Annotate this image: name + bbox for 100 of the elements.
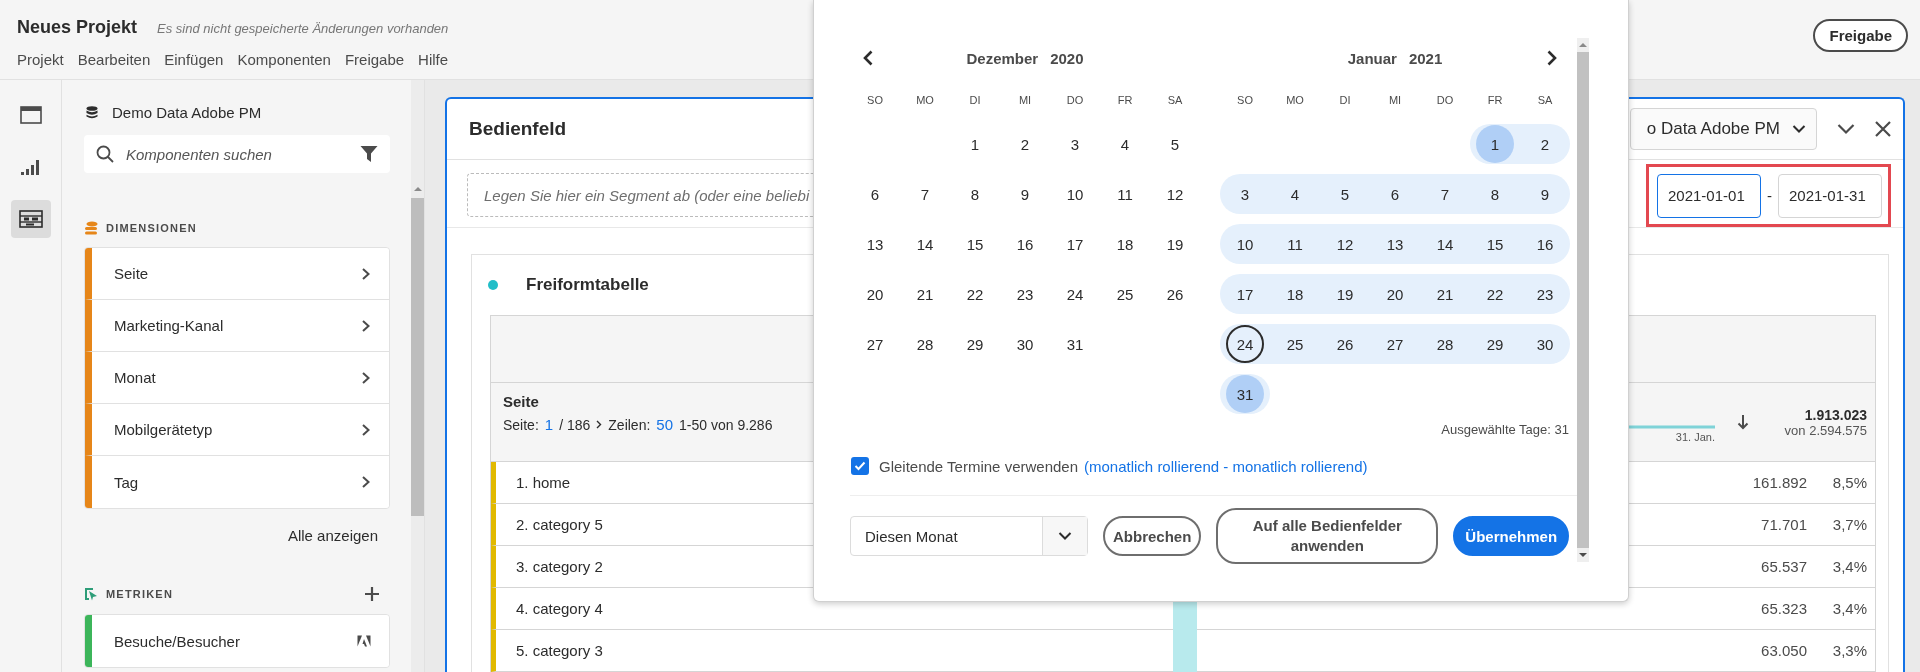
- close-icon[interactable]: [1875, 121, 1891, 138]
- add-icon[interactable]: [364, 586, 380, 602]
- calendar-day[interactable]: 29: [1470, 324, 1520, 364]
- menu-item[interactable]: Bearbeiten: [77, 51, 151, 68]
- row-label[interactable]: 4. category 4: [496, 600, 1175, 617]
- report-suite-dropdown[interactable]: o Data Adobe PM: [1629, 108, 1817, 151]
- calendar-day[interactable]: 9: [1000, 174, 1050, 214]
- share-button[interactable]: Freigabe: [1813, 19, 1908, 52]
- dimension-item[interactable]: Mobilgerätetyp: [85, 404, 389, 456]
- calendar-day[interactable]: 11: [1270, 224, 1320, 264]
- calendar-day[interactable]: 18: [1270, 274, 1320, 314]
- filter-icon[interactable]: [360, 145, 378, 163]
- calendar-day[interactable]: 21: [1420, 274, 1470, 314]
- dimension-item[interactable]: Tag: [85, 456, 389, 508]
- calendar-day[interactable]: 23: [1520, 274, 1570, 314]
- row-label[interactable]: 5. category 3: [496, 642, 1175, 659]
- metric-item[interactable]: Besuche/Besucher: [85, 615, 389, 667]
- calendar-day[interactable]: 3: [1050, 124, 1100, 164]
- calendar-day[interactable]: 10: [1220, 224, 1270, 264]
- calendar-day[interactable]: 19: [1320, 274, 1370, 314]
- calendar-day[interactable]: 22: [950, 274, 1000, 314]
- next-month-icon[interactable]: [1546, 50, 1558, 66]
- calendar-day[interactable]: 1: [1470, 124, 1520, 164]
- calendar-day[interactable]: 28: [1420, 324, 1470, 364]
- calendar-day[interactable]: 6: [1370, 174, 1420, 214]
- collapse-icon[interactable]: [1837, 123, 1855, 136]
- calendar-day[interactable]: 26: [1320, 324, 1370, 364]
- calendar-day[interactable]: 25: [1270, 324, 1320, 364]
- calendar-day[interactable]: 2: [1000, 124, 1050, 164]
- calendar-day[interactable]: 20: [850, 274, 900, 314]
- calendar-day[interactable]: 24: [1050, 274, 1100, 314]
- calendar-day[interactable]: 5: [1150, 124, 1200, 164]
- calendar-day[interactable]: 4: [1100, 124, 1150, 164]
- calendar-day[interactable]: 25: [1100, 274, 1150, 314]
- calendar-day[interactable]: 26: [1150, 274, 1200, 314]
- calendar-day[interactable]: 21: [900, 274, 950, 314]
- sort-descending-icon[interactable]: [1737, 414, 1749, 430]
- calendar-day[interactable]: 23: [1000, 274, 1050, 314]
- start-date-field[interactable]: 2021-01-01: [1657, 173, 1761, 218]
- calendar-day[interactable]: 7: [900, 174, 950, 214]
- calendar-day[interactable]: 12: [1320, 224, 1370, 264]
- calendar-day[interactable]: 18: [1100, 224, 1150, 264]
- calendar-day[interactable]: 17: [1220, 274, 1270, 314]
- dimension-item[interactable]: Marketing-Kanal: [85, 300, 389, 352]
- calendar-day[interactable]: 15: [950, 224, 1000, 264]
- previous-month-icon[interactable]: [862, 50, 874, 66]
- calendar-day[interactable]: 12: [1150, 174, 1200, 214]
- calendar-day[interactable]: 19: [1150, 224, 1200, 264]
- calendar-day[interactable]: 30: [1520, 324, 1570, 364]
- calendar-day[interactable]: 16: [1000, 224, 1050, 264]
- page-number[interactable]: 1: [544, 416, 554, 433]
- calendar-day[interactable]: 31: [1220, 374, 1270, 414]
- calendar-day[interactable]: 7: [1420, 174, 1470, 214]
- calendar-day[interactable]: 24: [1220, 324, 1270, 364]
- calendar-day[interactable]: 15: [1470, 224, 1520, 264]
- menu-item[interactable]: Projekt: [17, 51, 64, 68]
- calendar-day[interactable]: 30: [1000, 324, 1050, 364]
- search-field[interactable]: Komponenten suchen: [84, 135, 390, 173]
- calendar-day[interactable]: 5: [1320, 174, 1370, 214]
- calendar-day[interactable]: 3: [1220, 174, 1270, 214]
- menu-item[interactable]: Freigabe: [344, 51, 405, 68]
- scrollbar[interactable]: [1577, 52, 1589, 548]
- calendar-day[interactable]: 8: [1470, 174, 1520, 214]
- apply-all-button[interactable]: Auf alle Bedienfelder anwenden: [1216, 508, 1439, 564]
- dimension-item[interactable]: Monat: [85, 352, 389, 404]
- calendar-day[interactable]: 11: [1100, 174, 1150, 214]
- calendar-day[interactable]: 31: [1050, 324, 1100, 364]
- calendar-day[interactable]: 29: [950, 324, 1000, 364]
- calendar-day[interactable]: 27: [850, 324, 900, 364]
- calendar-day[interactable]: 14: [900, 224, 950, 264]
- menu-item[interactable]: Hilfe: [418, 51, 449, 68]
- scroll-up-icon[interactable]: [1579, 42, 1587, 48]
- calendar-day[interactable]: 10: [1050, 174, 1100, 214]
- end-date-field[interactable]: 2021-01-31: [1778, 173, 1882, 218]
- rolling-link[interactable]: (monatlich rollierend - monatlich rollierend): [1084, 457, 1368, 475]
- scrollbar[interactable]: [411, 198, 424, 516]
- calendar-day[interactable]: 2: [1520, 124, 1570, 164]
- calendar-day[interactable]: 16: [1520, 224, 1570, 264]
- menu-item[interactable]: Einfügen: [164, 51, 224, 68]
- cancel-button[interactable]: Abbrechen: [1103, 516, 1202, 556]
- calendar-day[interactable]: 17: [1050, 224, 1100, 264]
- apply-button[interactable]: Übernehmen: [1453, 516, 1570, 556]
- scroll-up-icon[interactable]: [413, 186, 422, 192]
- calendar-day[interactable]: 20: [1370, 274, 1420, 314]
- calendar-day[interactable]: 13: [1370, 224, 1420, 264]
- calendar-day[interactable]: 14: [1420, 224, 1470, 264]
- rows-per-page[interactable]: 50: [656, 416, 673, 433]
- calendar-day[interactable]: 13: [850, 224, 900, 264]
- calendar-day[interactable]: 8: [950, 174, 1000, 214]
- calendar-day[interactable]: 22: [1470, 274, 1520, 314]
- preset-dropdown[interactable]: Diesen Monat: [850, 516, 1088, 556]
- calendar-day[interactable]: 27: [1370, 324, 1420, 364]
- checkbox[interactable]: [851, 457, 869, 475]
- components-button[interactable]: [10, 200, 51, 238]
- calendar-day[interactable]: 9: [1520, 174, 1570, 214]
- menu-item[interactable]: Komponenten: [237, 51, 331, 68]
- show-all-link[interactable]: Alle anzeigen: [287, 527, 378, 544]
- scroll-down-icon[interactable]: [1579, 552, 1587, 558]
- calendar-day[interactable]: 4: [1270, 174, 1320, 214]
- calendar-day[interactable]: 28: [900, 324, 950, 364]
